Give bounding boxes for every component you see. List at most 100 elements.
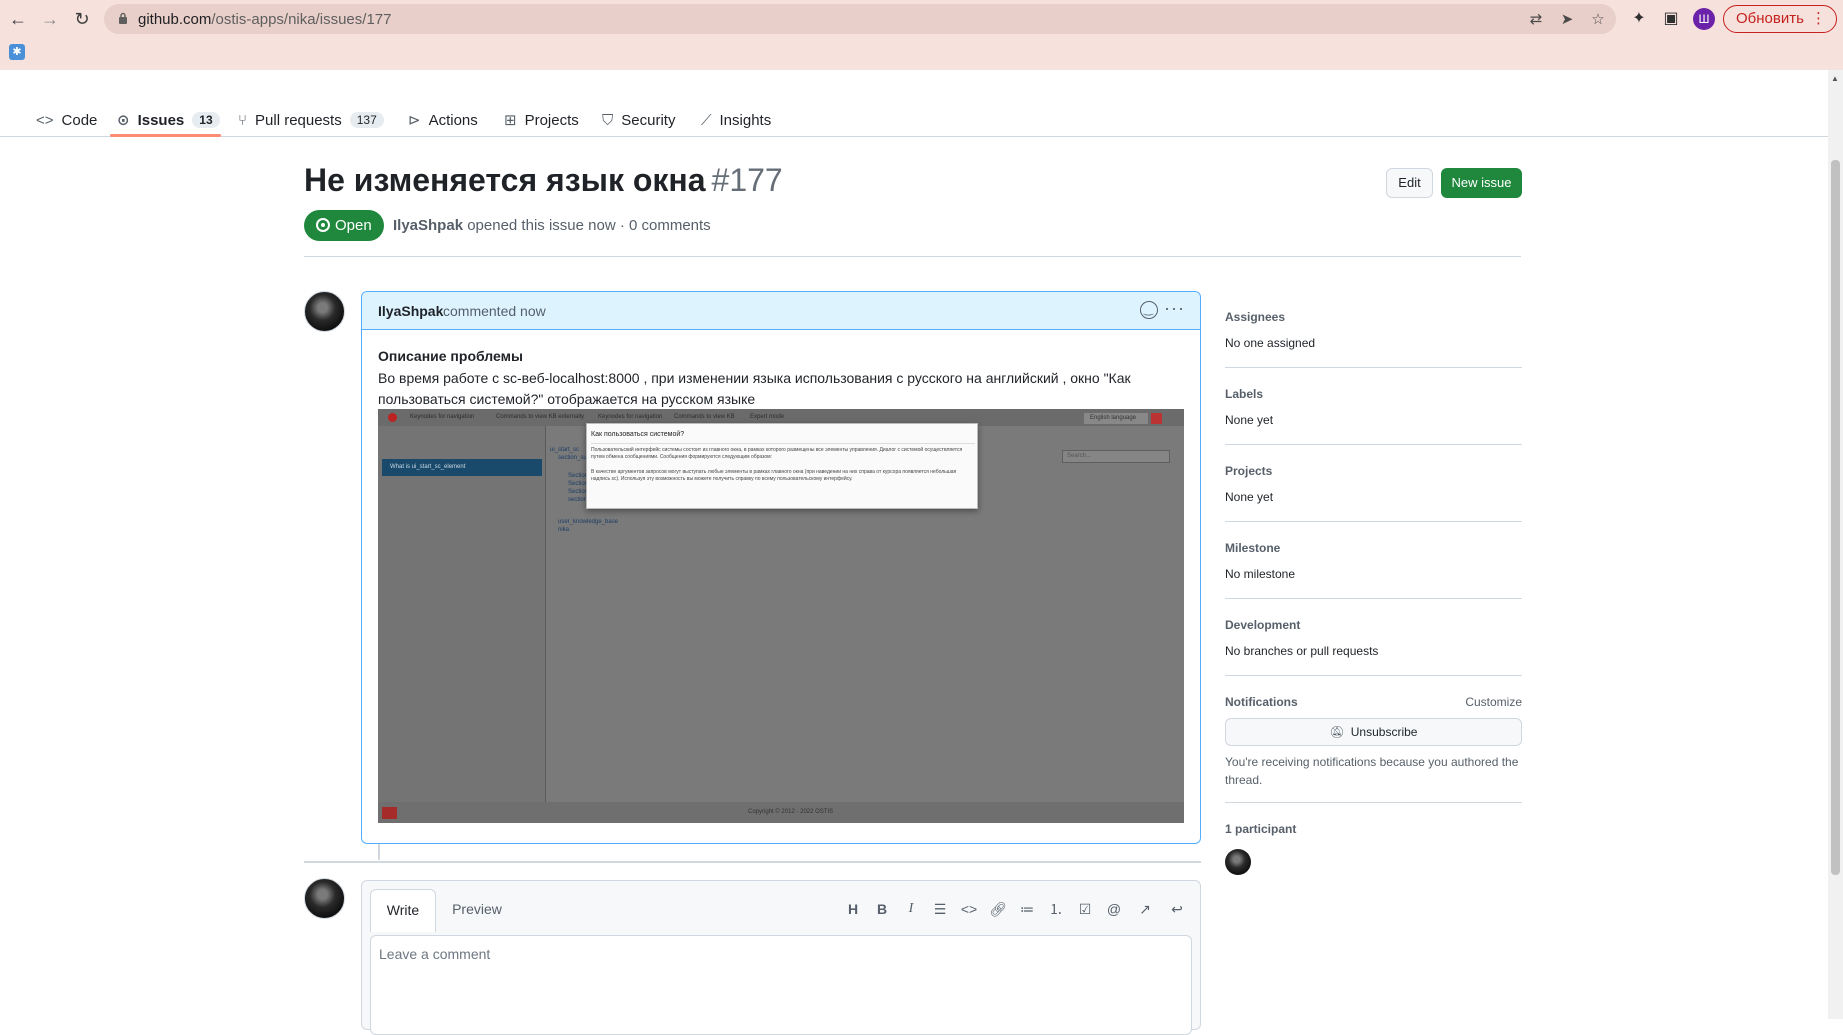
timeline-connector: [378, 844, 380, 860]
screenshot-copyright: Copyright © 2012 - 2022 OSTIS: [748, 809, 834, 815]
attached-screenshot[interactable]: Keynodes for navigation Commands to view…: [378, 409, 1184, 823]
tab-pull-requests[interactable]: ⑂ Pull requests 137: [238, 104, 384, 136]
pull-requests-count: 137: [349, 112, 384, 128]
timeline-divider: [304, 861, 1201, 863]
issues-count: 13: [192, 112, 220, 128]
screenshot-toolbar-item: Commands to view KB externally: [496, 414, 585, 420]
code-icon[interactable]: <>: [959, 899, 979, 919]
status-badge: Open: [304, 210, 384, 241]
assignees-value: No one assigned: [1225, 336, 1316, 350]
unordered-list-icon[interactable]: ≔: [1017, 899, 1037, 919]
send-icon[interactable]: ➤: [1557, 10, 1577, 30]
tab-preview[interactable]: Preview: [444, 889, 510, 931]
address-bar[interactable]: github.com/ostis-apps/nika/issues/177 ⇄ …: [104, 4, 1616, 34]
issue-opened-icon: ⊙: [117, 112, 130, 129]
ordered-list-icon[interactable]: ⒈: [1046, 899, 1066, 919]
profile-avatar[interactable]: Ш: [1693, 8, 1715, 30]
repo-navigation: <> Code ⊙ Issues 13 ⑂ Pull requests 137 ⊳ Acti…: [0, 70, 1828, 137]
sidebar-divider: [1225, 521, 1522, 522]
avatar[interactable]: [304, 291, 345, 332]
screenshot-toolbar-item: Commands to view KB: [674, 414, 735, 420]
notifications-note: You're receiving notifications because y…: [1225, 755, 1519, 787]
screenshot-help-modal: Как пользоваться системой? Пользовательс…: [586, 423, 978, 509]
screenshot-tree-item: ui_start_sc: [550, 447, 580, 453]
italic-icon[interactable]: I: [901, 899, 921, 919]
quote-icon[interactable]: ☰: [930, 899, 950, 919]
tab-insights[interactable]: ⟋ Insights: [701, 104, 771, 136]
screenshot-language: English language: [1084, 413, 1148, 424]
menu-dots-icon[interactable]: ⋮: [1811, 6, 1826, 32]
scroll-up-icon[interactable]: ▲: [1831, 74, 1839, 83]
tab-code[interactable]: <> Code: [36, 104, 97, 136]
comment-body: Во время работе с sc-веб-localhost:8000 …: [378, 370, 1131, 407]
header-divider: [304, 256, 1521, 257]
screenshot-tree-item: Section: [568, 489, 589, 495]
issue-number: #177: [711, 162, 783, 198]
labels-value: None yet: [1225, 413, 1274, 427]
avatar[interactable]: [304, 878, 345, 919]
screenshot-footer-button: [382, 807, 397, 819]
comment-author[interactable]: IlyaShpak: [378, 303, 443, 319]
back-icon[interactable]: ←: [5, 6, 31, 32]
new-issue-button[interactable]: New issue: [1441, 168, 1522, 198]
bookmark-favicon-icon[interactable]: ✱: [9, 44, 25, 60]
git-pull-request-icon: ⑂: [238, 111, 248, 129]
author-link[interactable]: IlyaShpak: [393, 217, 463, 234]
reload-icon[interactable]: ↻: [69, 6, 95, 32]
active-tab-underline: [110, 134, 221, 137]
tab-write[interactable]: Write: [370, 889, 436, 932]
update-button[interactable]: Обновить ⋮: [1723, 5, 1837, 33]
mention-icon[interactable]: @: [1104, 899, 1124, 919]
tab-security[interactable]: ⛉ Security: [602, 104, 675, 136]
sidebar-divider: [1225, 444, 1522, 445]
screenshot-tree-item: Section: [568, 473, 589, 479]
cross-reference-icon[interactable]: ↗: [1135, 899, 1155, 919]
bell-slash-icon: 🔕︎: [1329, 725, 1345, 739]
page-scrollbar[interactable]: ▲: [1828, 70, 1843, 1019]
tasklist-icon[interactable]: ☑: [1075, 899, 1095, 919]
assignees-title[interactable]: Assignees: [1225, 310, 1285, 324]
comment-timestamp[interactable]: commented now: [443, 303, 546, 319]
screenshot-modal-title: Как пользоваться системой?: [591, 431, 685, 438]
smiley-icon[interactable]: [1140, 301, 1158, 319]
translate-icon[interactable]: ⇄: [1526, 10, 1546, 30]
screenshot-tree-item: section: [568, 497, 588, 503]
development-title[interactable]: Development: [1225, 618, 1300, 632]
bookmark-star-icon[interactable]: ☆: [1588, 10, 1608, 30]
forward-icon[interactable]: →: [37, 6, 63, 32]
issue-comment: IlyaShpak commented now ··· Описание про…: [361, 291, 1201, 844]
comment-textarea[interactable]: Leave a comment: [370, 935, 1192, 1035]
edit-button[interactable]: Edit: [1386, 168, 1433, 198]
tab-issues[interactable]: ⊙ Issues 13: [117, 104, 220, 136]
ostis-logo-icon: [388, 413, 397, 422]
shield-icon: ⛉: [602, 111, 614, 129]
sidebar-divider: [1225, 802, 1522, 803]
heading-icon[interactable]: H: [843, 899, 863, 919]
unsubscribe-button[interactable]: 🔕︎ Unsubscribe: [1225, 718, 1522, 746]
milestone-value: No milestone: [1225, 567, 1296, 581]
issue-meta: IlyaShpak opened this issue now · 0 comm…: [393, 217, 711, 234]
milestone-title[interactable]: Milestone: [1225, 541, 1280, 555]
tab-projects[interactable]: ⊞ Projects: [504, 104, 579, 136]
screenshot-toolbar-item: Expert mode: [750, 414, 785, 420]
customize-link[interactable]: Customize: [1465, 695, 1522, 709]
projects-title[interactable]: Projects: [1225, 464, 1272, 478]
comment-composer: Write Preview H B I ☰ <> 🔗︎ ≔ ⒈ ☑ @ ↗ ↩ …: [361, 880, 1201, 1035]
screenshot-modal-paragraph: В качестве аргументов запросов могут выс…: [591, 469, 957, 482]
tab-actions[interactable]: ⊳ Actions: [408, 104, 478, 136]
bold-icon[interactable]: B: [872, 899, 892, 919]
scrollbar-thumb[interactable]: [1831, 160, 1840, 875]
google-plus-icon: [1151, 413, 1162, 424]
labels-title[interactable]: Labels: [1225, 387, 1263, 401]
notifications-title: Notifications: [1225, 695, 1298, 709]
reply-icon[interactable]: ↩: [1167, 899, 1187, 919]
lock-icon: [119, 12, 127, 24]
participant-avatar[interactable]: [1225, 849, 1251, 875]
link-icon[interactable]: 🔗︎: [988, 899, 1008, 919]
browser-toolbar: ← → ↻ github.com/ostis-apps/nika/issues/…: [0, 0, 1843, 70]
issue-opened-icon: [316, 218, 330, 232]
side-panel-icon[interactable]: ▣: [1660, 8, 1682, 30]
extensions-icon[interactable]: ✦: [1628, 8, 1650, 30]
kebab-horizontal-icon[interactable]: ···: [1164, 298, 1185, 319]
participants-title: 1 participant: [1225, 822, 1297, 836]
